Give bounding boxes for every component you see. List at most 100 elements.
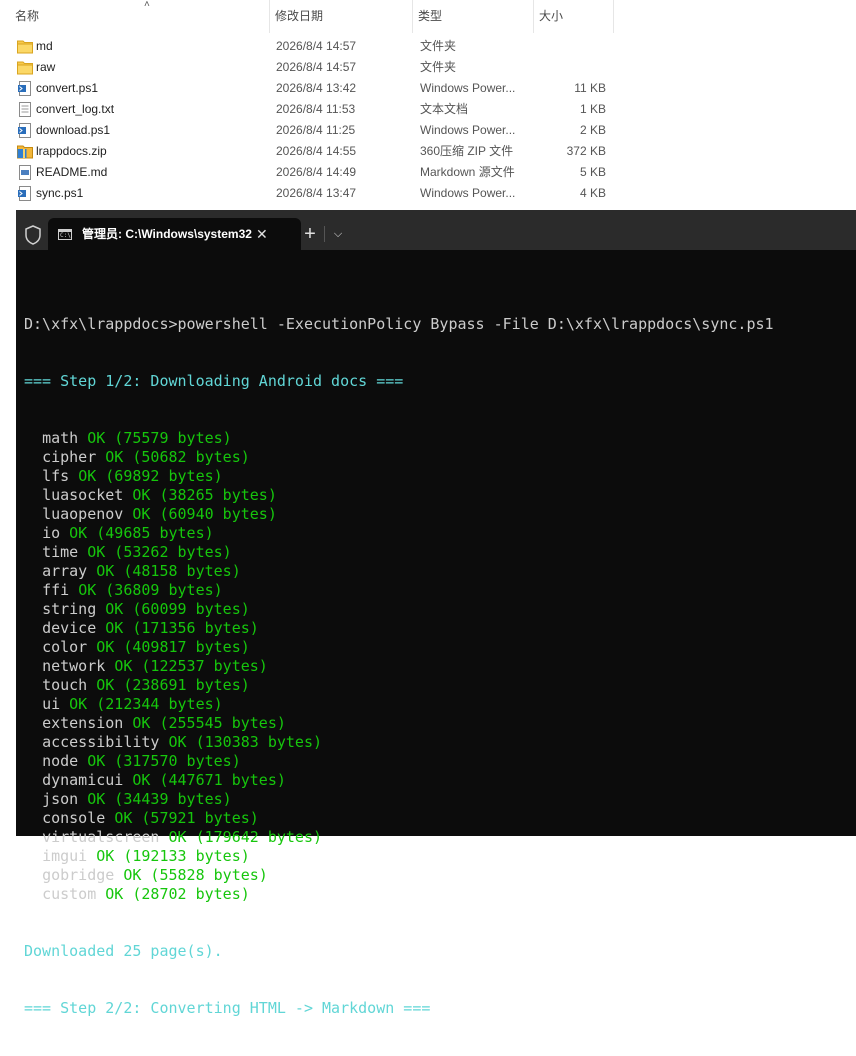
column-header-size-label: 大小 [539,9,564,23]
file-row[interactable]: md 2026/8/4 14:57 文件夹 [10,36,615,57]
download-entry: node OK (317570 bytes) [24,752,854,771]
module-name: math [42,429,79,447]
module-name: network [42,657,106,675]
module-name: extension [42,714,124,732]
status-ok: OK (130383 bytes) [168,733,323,751]
download-entry: virtualscreen OK (179642 bytes) [24,828,854,847]
powershell-file-icon [17,123,33,138]
download-entry: gobridge OK (55828 bytes) [24,866,854,885]
status-ok: OK (36809 bytes) [78,581,223,599]
module-name: luasocket [42,486,124,504]
tab-title: 管理员: C:\Windows\system32 [82,227,252,241]
file-name: convert_log.txt [36,102,115,116]
file-row[interactable]: sync.ps1 2026/8/4 13:47 Windows Power... 4 … [10,183,615,204]
downloaded-summary: Downloaded 25 page(s). [24,942,223,960]
status-ok: OK (75579 bytes) [87,429,232,447]
terminal-window: C:\ 管理员: C:\Windows\system32 ✕ + ⌵ D:\xf… [16,210,856,1017]
close-icon[interactable]: ✕ [256,218,268,250]
module-name: imgui [42,847,88,865]
file-type: 文本文档 [420,102,469,116]
module-name: cipher [42,448,97,466]
file-row[interactable]: README.md 2026/8/4 14:49 Markdown 源文件 5 KB [10,162,615,183]
file-row[interactable]: convert.ps1 2026/8/4 13:42 Windows Power..… [10,78,615,99]
column-header-bar: 名称 ˄ 修改日期 类型 大小 [0,0,614,33]
column-header-type[interactable]: 类型 [413,0,534,33]
file-type: 文件夹 [420,60,457,74]
download-entry: time OK (53262 bytes) [24,543,854,562]
download-entry: string OK (60099 bytes) [24,600,854,619]
status-ok: OK (212344 bytes) [69,695,223,713]
status-ok: OK (49685 bytes) [69,524,214,542]
file-name: sync.ps1 [36,186,84,200]
download-entry: imgui OK (192133 bytes) [24,847,854,866]
folder-icon [17,39,33,54]
module-name: luaopenov [42,505,124,523]
status-ok: OK (28702 bytes) [105,885,250,903]
column-header-name-label: 名称 [15,9,40,23]
module-name: string [42,600,97,618]
status-ok: OK (171356 bytes) [105,619,259,637]
file-date: 2026/8/4 14:49 [276,165,357,179]
terminal-output[interactable]: D:\xfx\lrappdocs>powershell -ExecutionPo… [24,277,854,1056]
module-name: device [42,619,97,637]
module-name: accessibility [42,733,160,751]
file-name: lrappdocs.zip [36,144,107,158]
status-ok: OK (255545 bytes) [132,714,286,732]
status-ok: OK (60099 bytes) [105,600,250,618]
status-ok: OK (69892 bytes) [78,467,223,485]
file-date: 2026/8/4 14:57 [276,60,357,74]
file-row[interactable]: convert_log.txt 2026/8/4 11:53 文本文档 1 KB [10,99,615,120]
module-name: io [42,524,61,542]
column-header-date[interactable]: 修改日期 [270,0,413,33]
download-entry: extension OK (255545 bytes) [24,714,854,733]
file-date: 2026/8/4 13:47 [276,186,357,200]
step2-header: === Step 2/2: Converting HTML -> Markdow… [24,999,431,1017]
status-ok: OK (57921 bytes) [114,809,259,827]
file-row[interactable]: raw 2026/8/4 14:57 文件夹 [10,57,615,78]
file-name: download.ps1 [36,123,111,137]
markdown-file-icon [17,165,33,180]
folder-icon [17,60,33,75]
module-name: console [42,809,106,827]
tab-cmd[interactable]: C:\ 管理员: C:\Windows\system32 ✕ [48,218,301,250]
new-tab-button[interactable]: + [298,218,322,250]
download-entry: json OK (34439 bytes) [24,790,854,809]
file-size: 4 KB [579,186,606,200]
terminal-titlebar: C:\ 管理员: C:\Windows\system32 ✕ + ⌵ [16,210,856,250]
cmd-icon: C:\ [58,229,72,240]
file-name: raw [36,60,56,74]
status-ok: OK (238691 bytes) [96,676,250,694]
status-ok: OK (192133 bytes) [96,847,250,865]
module-name: color [42,638,88,656]
file-size: 372 KB [566,144,606,158]
file-type: Windows Power... [420,186,516,200]
status-ok: OK (34439 bytes) [87,790,232,808]
command-line: D:\xfx\lrappdocs>powershell -ExecutionPo… [24,315,774,333]
download-entry: accessibility OK (130383 bytes) [24,733,854,752]
status-ok: OK (50682 bytes) [105,448,250,466]
column-header-name[interactable]: 名称 ˄ [10,0,270,33]
file-row[interactable]: lrappdocs.zip 2026/8/4 14:55 360压缩 ZIP 文件 3… [10,141,615,162]
download-entry: math OK (75579 bytes) [24,429,854,448]
module-name: lfs [42,467,70,485]
file-type: 360压缩 ZIP 文件 [420,144,514,158]
status-ok: OK (447671 bytes) [132,771,286,789]
download-entry: array OK (48158 bytes) [24,562,854,581]
status-ok: OK (38265 bytes) [132,486,277,504]
status-ok: OK (317570 bytes) [87,752,241,770]
powershell-file-icon [17,186,33,201]
file-row[interactable]: download.ps1 2026/8/4 11:25 Windows Power.… [10,120,615,141]
sort-ascending-icon: ˄ [144,0,150,10]
column-header-size[interactable]: 大小 [534,0,614,33]
status-ok: OK (48158 bytes) [96,562,241,580]
file-type: Markdown 源文件 [420,165,515,179]
file-name: md [36,39,53,53]
module-name: touch [42,676,88,694]
chevron-down-icon[interactable]: ⌵ [330,218,346,250]
file-name: README.md [36,165,108,179]
download-entry: console OK (57921 bytes) [24,809,854,828]
status-ok: OK (179642 bytes) [168,828,323,846]
file-date: 2026/8/4 14:57 [276,39,357,53]
module-name: virtualscreen [42,828,160,846]
file-type: Windows Power... [420,81,516,95]
